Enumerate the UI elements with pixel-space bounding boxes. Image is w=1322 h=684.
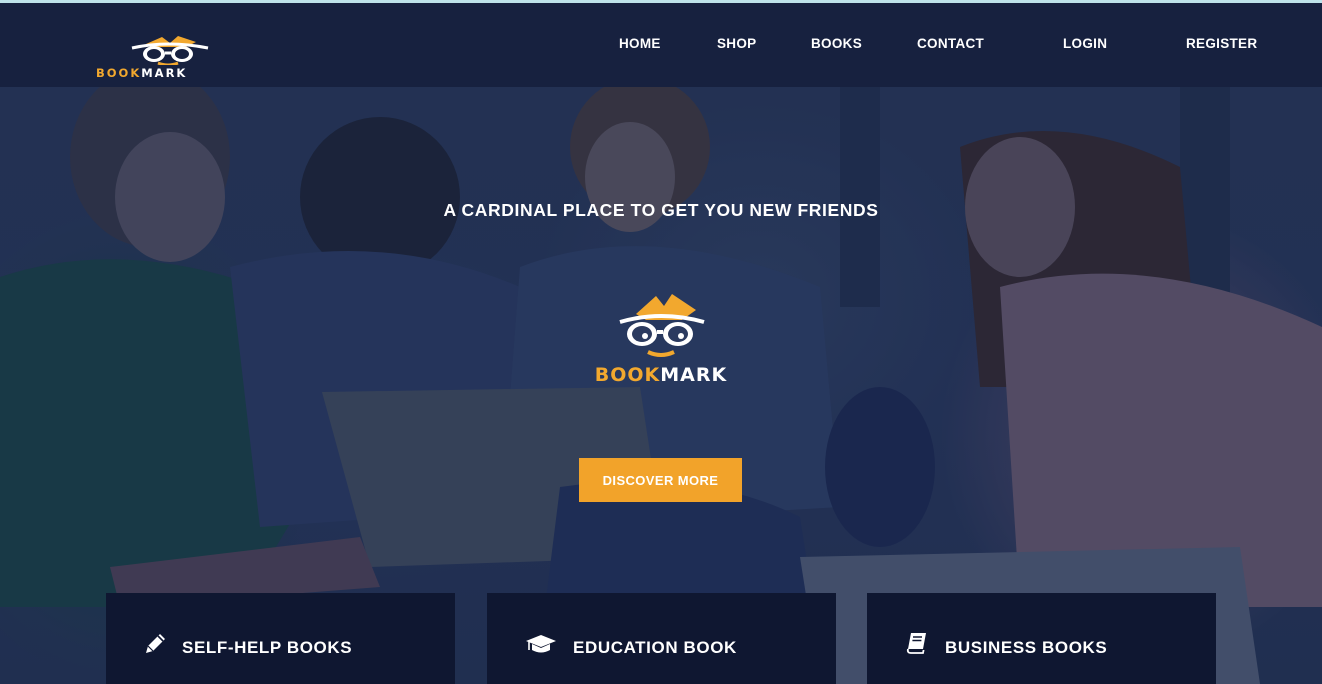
discover-more-button[interactable]: DISCOVER MORE (579, 458, 742, 502)
hero-logo-wordmark: BOOKMARK (586, 364, 736, 386)
nav-register-link[interactable]: REGISTER (1186, 36, 1257, 51)
graduation-cap-icon (526, 635, 556, 653)
pencil-icon (146, 634, 165, 653)
nav-login-link[interactable]: LOGIN (1063, 36, 1107, 51)
nav-contact-link[interactable]: CONTACT (917, 36, 984, 51)
category-card-self-help[interactable]: SELF-HELP BOOKS (106, 593, 455, 684)
logo-wordmark-part2: MARK (141, 66, 188, 80)
hero-logo-wordmark-part2: MARK (660, 364, 728, 386)
category-card-title: SELF-HELP BOOKS (182, 638, 353, 657)
hero-section: A CARDINAL PLACE TO GET YOU NEW FRIENDS … (0, 87, 1322, 684)
hero-logo: BOOKMARK (586, 290, 736, 390)
nav-shop-link[interactable]: SHOP (717, 36, 756, 51)
navbar: BOOKMARK HOME SHOP BOOKS CONTACT LOGIN R… (0, 3, 1322, 87)
category-card-education[interactable]: EDUCATION BOOK (487, 593, 836, 684)
logo-wordmark: BOOKMARK (96, 66, 246, 80)
bookmark-logo-icon (131, 36, 209, 65)
category-card-title: BUSINESS BOOKS (945, 638, 1108, 657)
category-card-business[interactable]: BUSINESS BOOKS (867, 593, 1216, 684)
logo-wordmark-part1: BOOK (96, 66, 142, 80)
nav-home-link[interactable]: HOME (619, 36, 661, 51)
category-card-title: EDUCATION BOOK (573, 638, 737, 657)
site-logo[interactable]: BOOKMARK (96, 33, 246, 81)
book-icon (906, 633, 926, 654)
hero-logo-wordmark-part1: BOOK (594, 364, 661, 386)
hero-tagline: A CARDINAL PLACE TO GET YOU NEW FRIENDS (443, 200, 879, 220)
bookmark-logo-icon (619, 294, 705, 357)
nav-books-link[interactable]: BOOKS (811, 36, 862, 51)
